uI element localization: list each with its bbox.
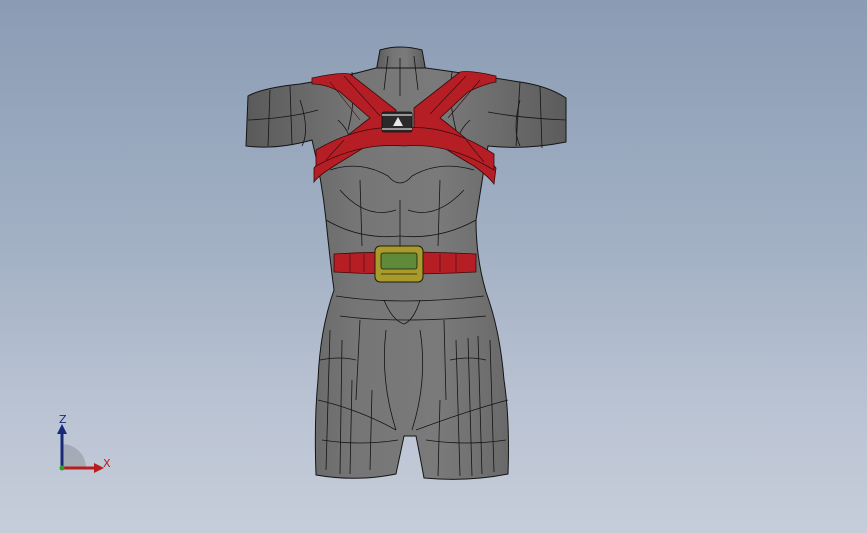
graphics-viewport[interactable]: Z X (0, 0, 867, 533)
view-triad[interactable]: Z X (50, 410, 120, 480)
waist-device[interactable] (374, 245, 424, 283)
cad-model[interactable] (0, 0, 867, 533)
z-axis-label: Z (59, 413, 67, 426)
device-screen (380, 252, 418, 270)
x-axis-label: X (103, 457, 111, 470)
chest-badge[interactable] (381, 111, 413, 133)
